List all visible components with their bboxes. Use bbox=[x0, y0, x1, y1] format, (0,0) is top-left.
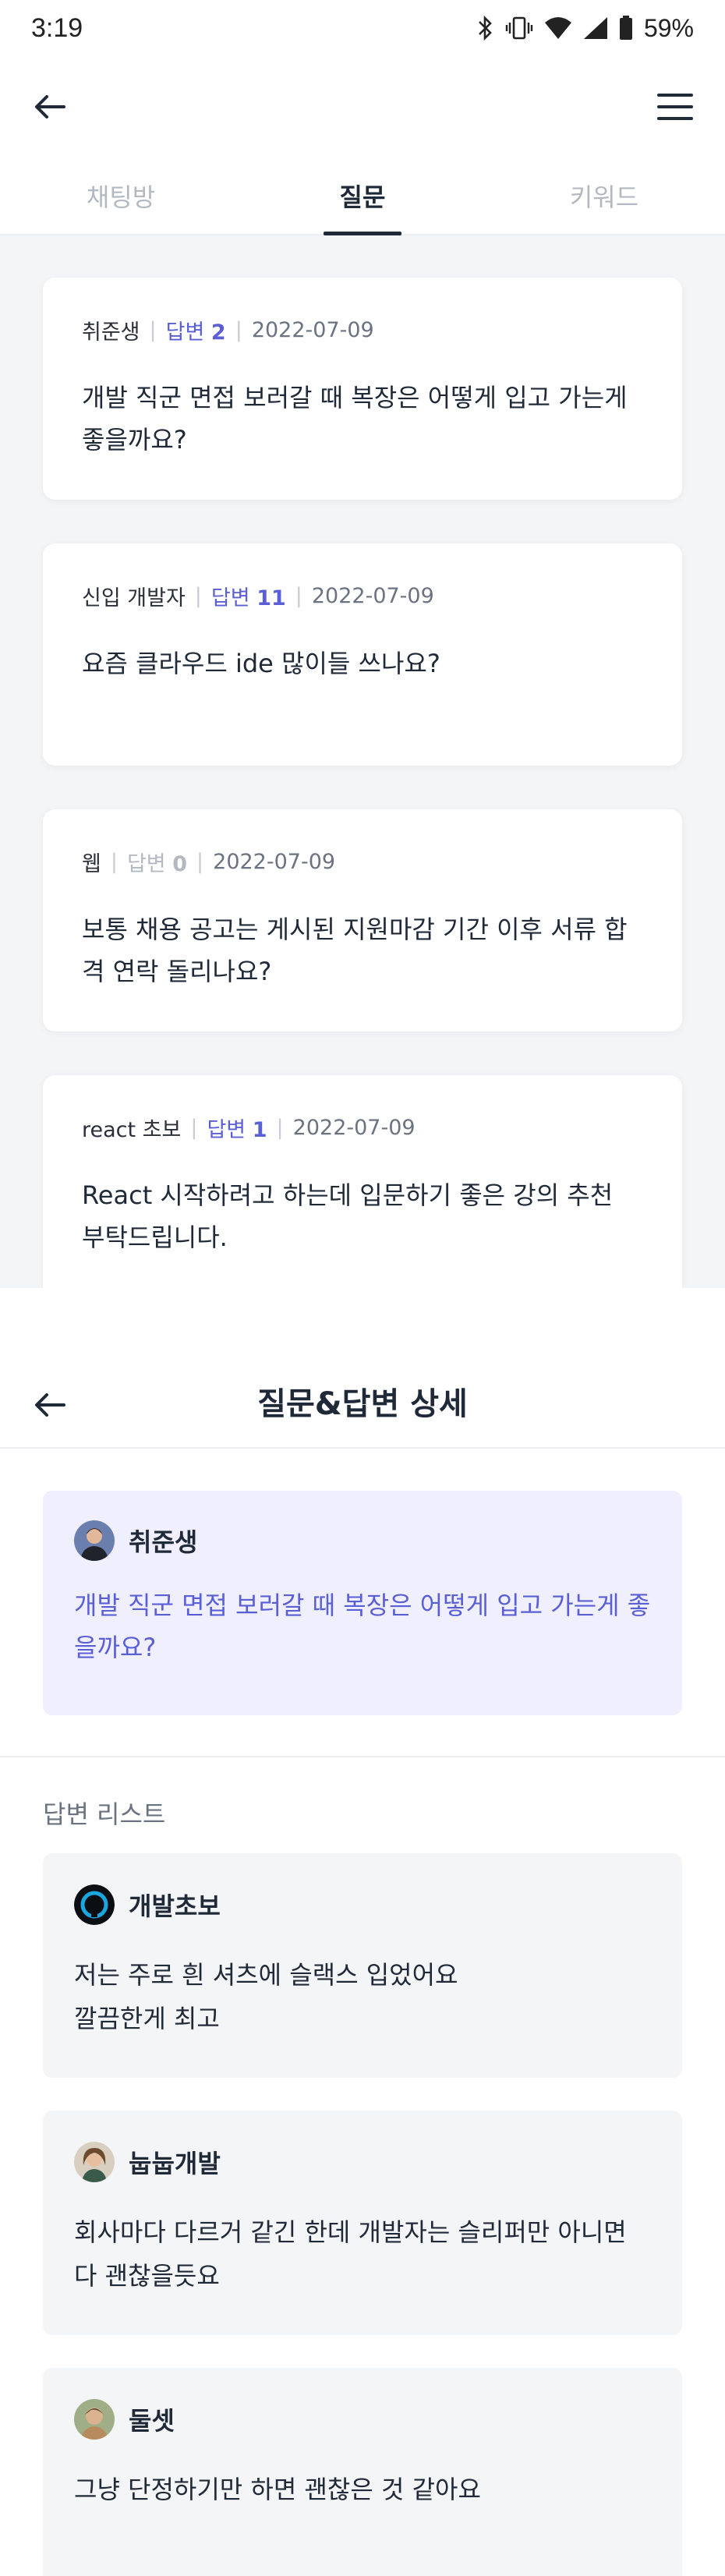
question-detail-screen: 질문&답변 상세 취준생 개발 직군 면접 보러갈 때 복장은 어떻게 입고 가… bbox=[0, 1288, 725, 2576]
answer-text: 그냥 단정하기만 하면 괜찮은 것 같아요 bbox=[74, 2475, 481, 2504]
answer-count: 답변 1 bbox=[207, 1118, 267, 1142]
back-button[interactable] bbox=[30, 87, 70, 127]
back-arrow-icon bbox=[35, 95, 65, 119]
question-list-screen: 3:19 59% 채팅방 질문 키워드 취준생 | 답변 2 | 2022-07… bbox=[0, 0, 725, 1288]
tab-keywords[interactable]: 키워드 bbox=[483, 157, 725, 234]
avatar bbox=[74, 1884, 115, 1925]
signal-icon bbox=[583, 12, 608, 44]
answer-list-title: 답변 리스트 bbox=[43, 1799, 166, 1829]
detail-header: 질문&답변 상세 bbox=[0, 1288, 725, 1449]
question-meta: 웹 | 답변 0 | 2022-07-09 bbox=[82, 847, 643, 877]
page-title: 질문&답변 상세 bbox=[257, 1386, 468, 1422]
tab-bar: 채팅방 질문 키워드 bbox=[0, 157, 725, 235]
answer-author: 둘셋 bbox=[129, 2406, 175, 2436]
battery-icon bbox=[619, 12, 633, 44]
question-card[interactable]: react 초보 | 답변 1 | 2022-07-09 React 시작하려고… bbox=[43, 1075, 682, 1288]
answer-count: 답변 2 bbox=[165, 320, 226, 345]
answer-card: 개발초보 저는 주로 흰 셔츠에 슬랙스 입었어요 깔끔한게 최고 bbox=[43, 1853, 682, 2078]
question-author: 취준생 bbox=[82, 320, 140, 345]
answer-text: 회사마다 다르거 같긴 한데 개발자는 슬리퍼만 아니면 다 괜찮을듯요 bbox=[74, 2217, 627, 2291]
question-meta: 신입 개발자 | 답변 11 | 2022-07-09 bbox=[82, 581, 643, 611]
hamburger-menu-icon bbox=[657, 94, 693, 120]
question-text: 개발 직군 면접 보러갈 때 복장은 어떻게 입고 가는게 좋을까요? bbox=[82, 383, 628, 455]
bluetooth-icon bbox=[477, 12, 494, 44]
question-date: 2022-07-09 bbox=[251, 318, 374, 342]
question-card[interactable]: 웹 | 답변 0 | 2022-07-09 보통 채용 공고는 게시된 지원마감… bbox=[43, 809, 682, 1031]
battery-percent: 59% bbox=[643, 13, 694, 42]
question-card[interactable]: 취준생 | 답변 2 | 2022-07-09 개발 직군 면접 보러갈 때 복… bbox=[43, 278, 682, 500]
question-author: 웹 bbox=[82, 852, 101, 876]
tab-label: 키워드 bbox=[569, 182, 639, 212]
divider bbox=[0, 1756, 725, 1757]
answer-text: 저는 주로 흰 셔츠에 슬랙스 입었어요 깔끔한게 최고 bbox=[74, 1960, 458, 2033]
question-text: 요즘 클라우드 ide 많이들 쓰나요? bbox=[82, 649, 440, 678]
question-meta: react 초보 | 답변 1 | 2022-07-09 bbox=[82, 1113, 643, 1143]
question-author: 취준생 bbox=[129, 1527, 198, 1557]
question-box: 취준생 개발 직군 면접 보러갈 때 복장은 어떻게 입고 가는게 좋을까요? bbox=[43, 1491, 682, 1715]
question-date: 2022-07-09 bbox=[213, 850, 336, 874]
status-time: 3:19 bbox=[31, 12, 83, 43]
menu-button[interactable] bbox=[655, 87, 695, 127]
question-text: 보통 채용 공고는 게시된 지원마감 기간 이후 서류 합격 연락 돌리나요? bbox=[82, 915, 628, 986]
app-bar bbox=[0, 56, 725, 157]
question-text: 개발 직군 면접 보러갈 때 복장은 어떻게 입고 가는게 좋을까요? bbox=[74, 1591, 651, 1662]
vibrate-icon bbox=[505, 12, 533, 44]
answer-author: 개발초보 bbox=[129, 1891, 221, 1921]
answer-count: 답변 0 bbox=[126, 852, 188, 876]
tab-label: 질문 bbox=[339, 182, 386, 212]
answer-author: 눕눕개발 bbox=[129, 2149, 221, 2178]
status-bar: 3:19 59% bbox=[0, 0, 725, 56]
question-meta: 취준생 | 답변 2 | 2022-07-09 bbox=[82, 315, 643, 345]
question-card[interactable]: 신입 개발자 | 답변 11 | 2022-07-09 요즘 클라우드 ide … bbox=[43, 543, 682, 766]
wifi-icon bbox=[544, 12, 572, 44]
question-date: 2022-07-09 bbox=[311, 584, 434, 608]
question-author: react 초보 bbox=[82, 1118, 182, 1142]
question-author: 신입 개발자 bbox=[82, 586, 186, 610]
answer-card: 눕눕개발 회사마다 다르거 같긴 한데 개발자는 슬리퍼만 아니면 다 괜찮을듯… bbox=[43, 2111, 682, 2335]
avatar bbox=[74, 1520, 115, 1561]
tab-questions[interactable]: 질문 bbox=[242, 157, 483, 234]
avatar bbox=[74, 2142, 115, 2182]
question-text: React 시작하려고 하는데 입문하기 좋은 강의 추천 부탁드립니다. bbox=[82, 1180, 614, 1252]
answer-count: 답변 11 bbox=[210, 586, 286, 610]
tab-chatroom[interactable]: 채팅방 bbox=[0, 157, 242, 234]
avatar bbox=[74, 2399, 115, 2440]
answer-card: 둘셋 그냥 단정하기만 하면 괜찮은 것 같아요 bbox=[43, 2368, 682, 2576]
tab-label: 채팅방 bbox=[86, 182, 156, 212]
question-date: 2022-07-09 bbox=[292, 1116, 416, 1140]
